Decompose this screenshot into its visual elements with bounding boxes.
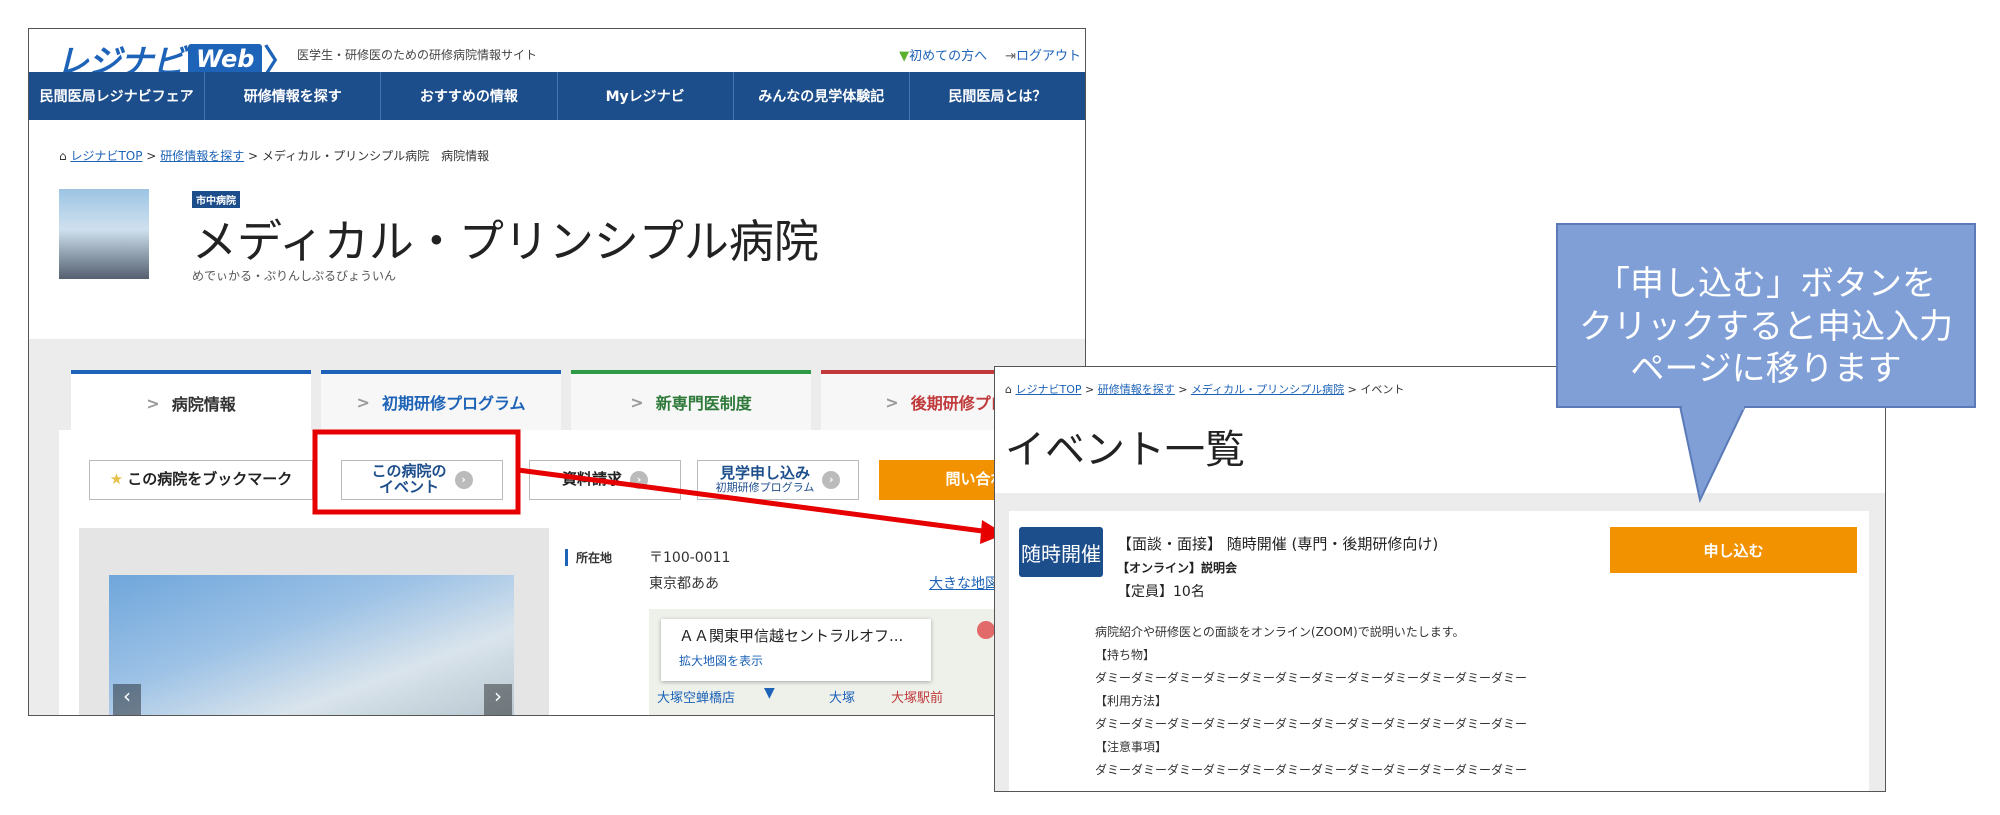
instruction-callout: 「申し込む」ボタンを クリックすると申込入力 ページに移ります xyxy=(1556,223,1976,408)
